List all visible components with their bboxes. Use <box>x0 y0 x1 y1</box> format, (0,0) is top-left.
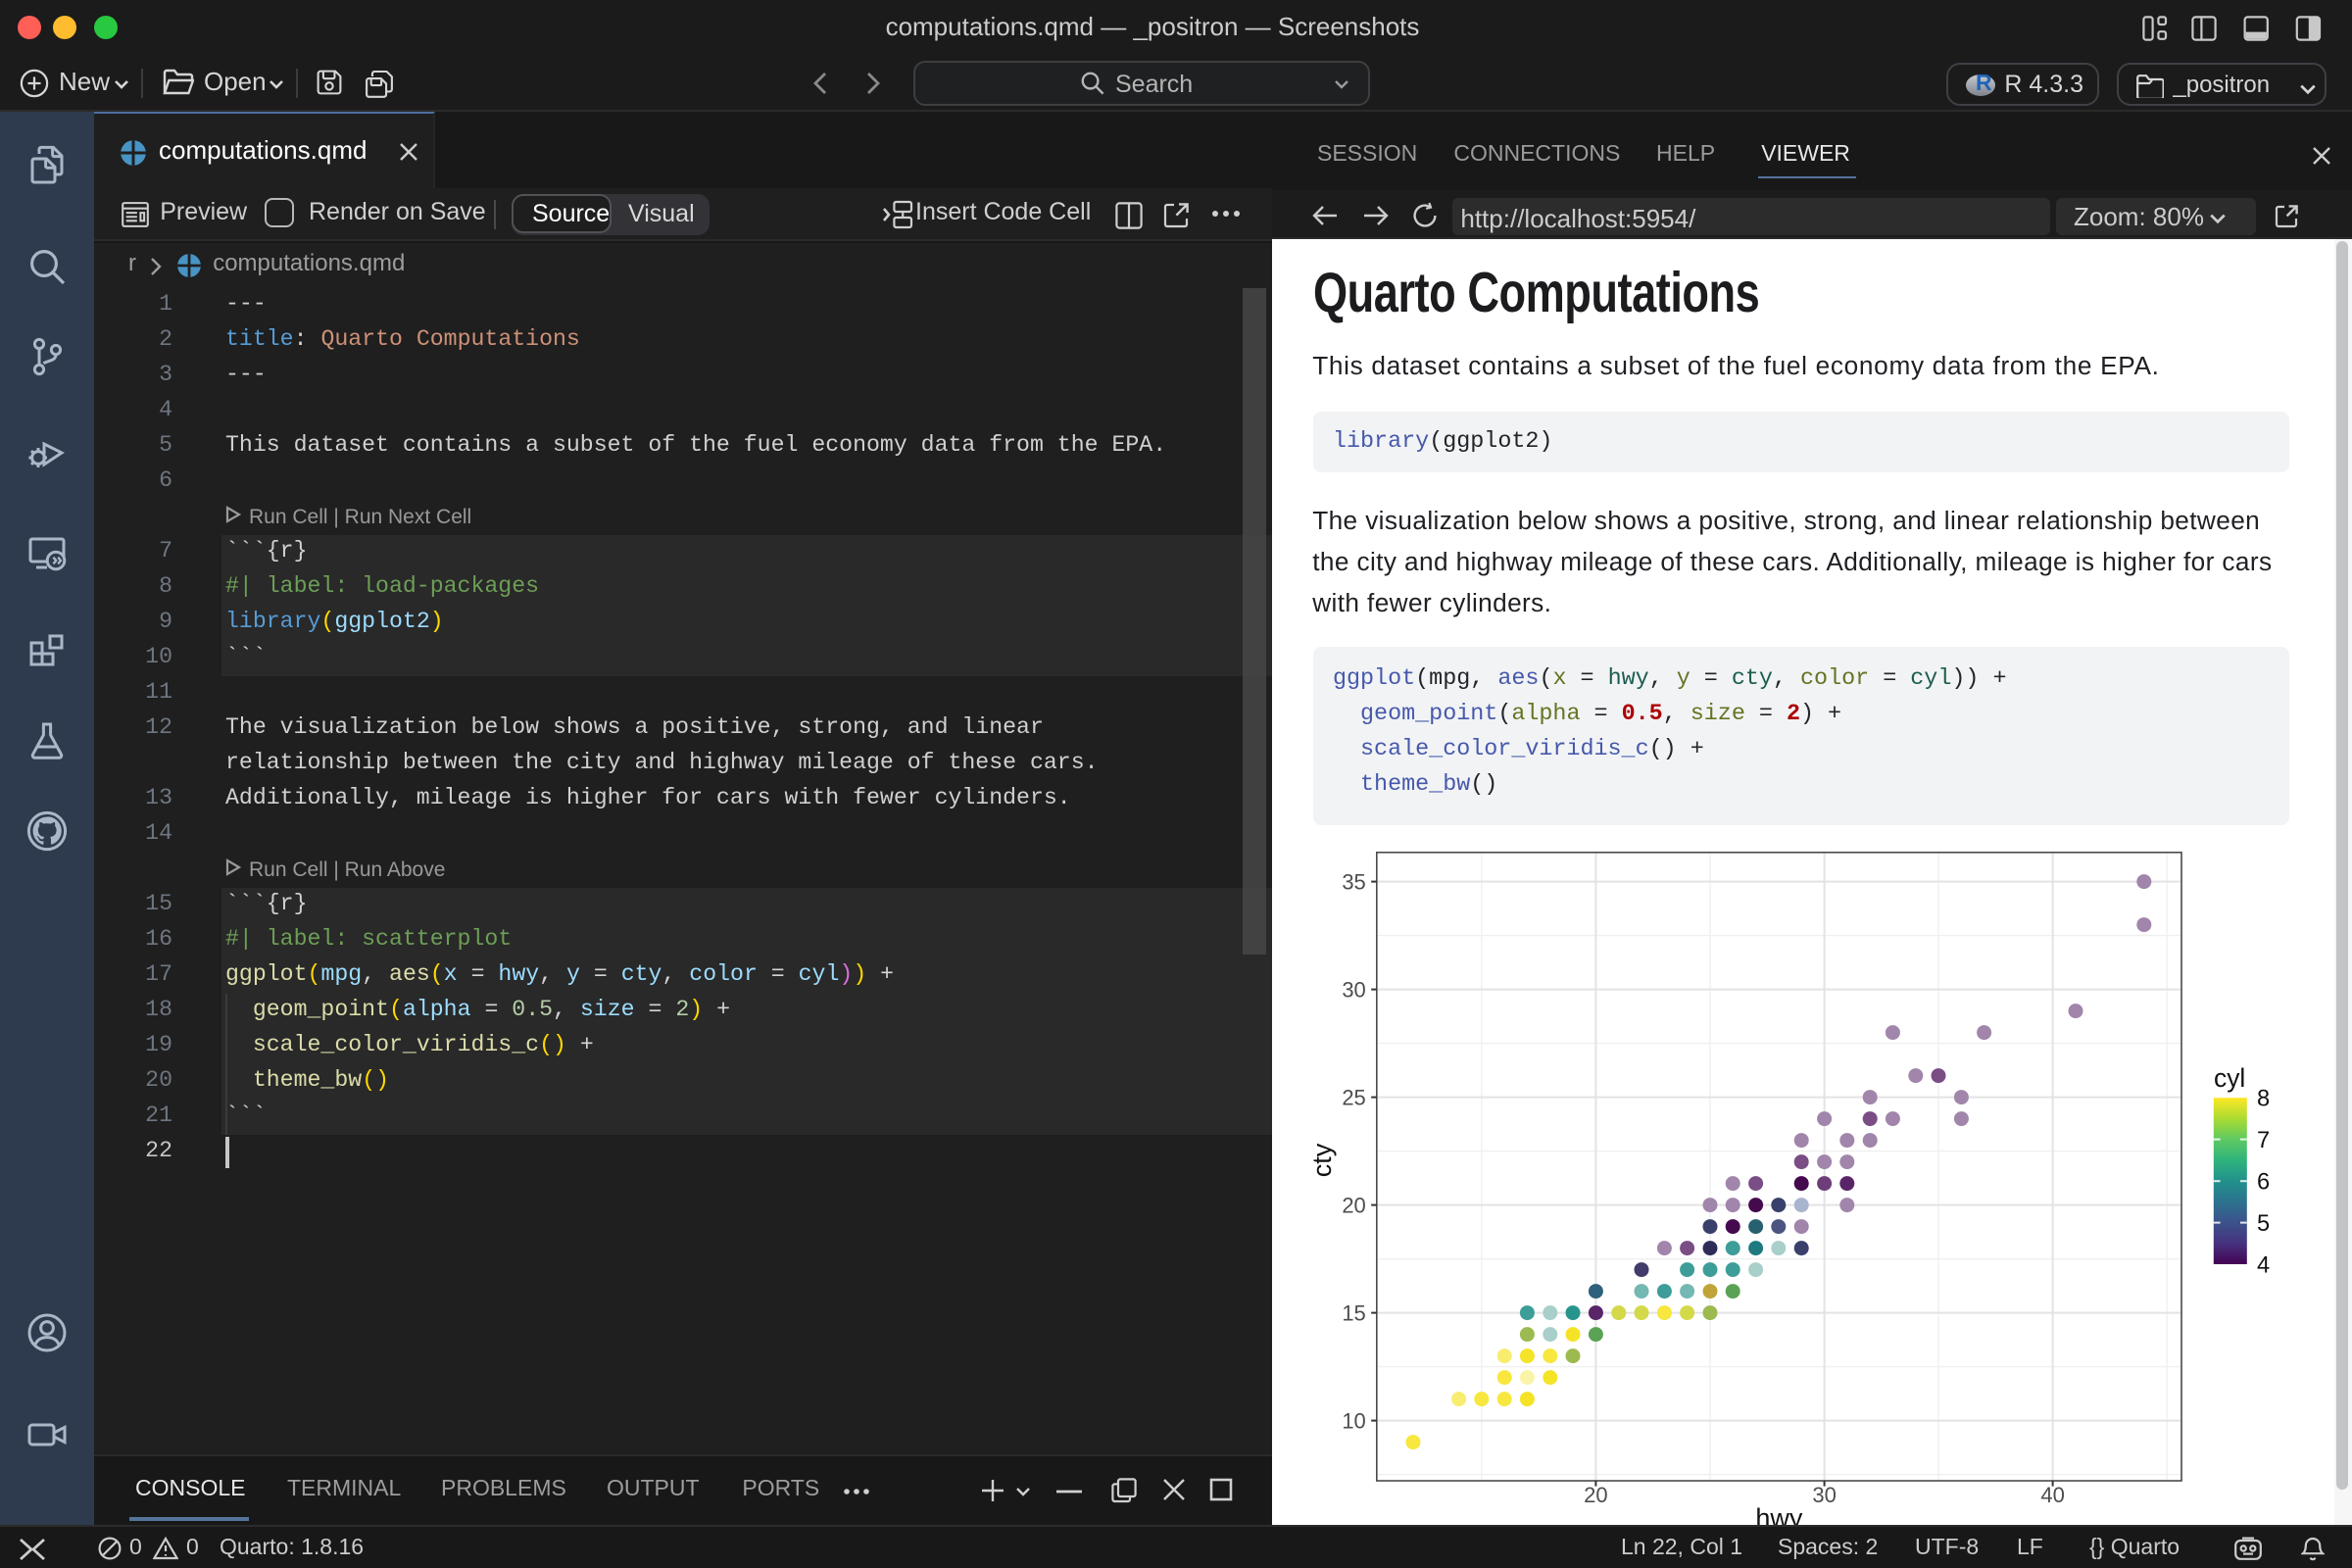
svg-text:7: 7 <box>2257 1128 2270 1153</box>
svg-text:35: 35 <box>1342 869 1365 894</box>
svg-text:10: 10 <box>1342 1408 1365 1433</box>
svg-text:30: 30 <box>1812 1483 1836 1507</box>
svg-text:20: 20 <box>1342 1193 1365 1217</box>
svg-text:30: 30 <box>1342 977 1365 1002</box>
svg-text:20: 20 <box>1584 1483 1607 1507</box>
svg-text:cty: cty <box>1307 1143 1337 1177</box>
svg-text:4: 4 <box>2257 1252 2270 1278</box>
svg-text:5: 5 <box>2257 1211 2270 1237</box>
svg-text:15: 15 <box>1342 1300 1365 1325</box>
svg-text:40: 40 <box>2040 1483 2064 1507</box>
svg-text:6: 6 <box>2257 1170 2270 1196</box>
svg-text:cyl: cyl <box>2214 1063 2245 1093</box>
svg-text:hwy: hwy <box>1755 1503 1803 1525</box>
svg-text:25: 25 <box>1342 1085 1365 1109</box>
svg-text:8: 8 <box>2257 1087 2270 1112</box>
